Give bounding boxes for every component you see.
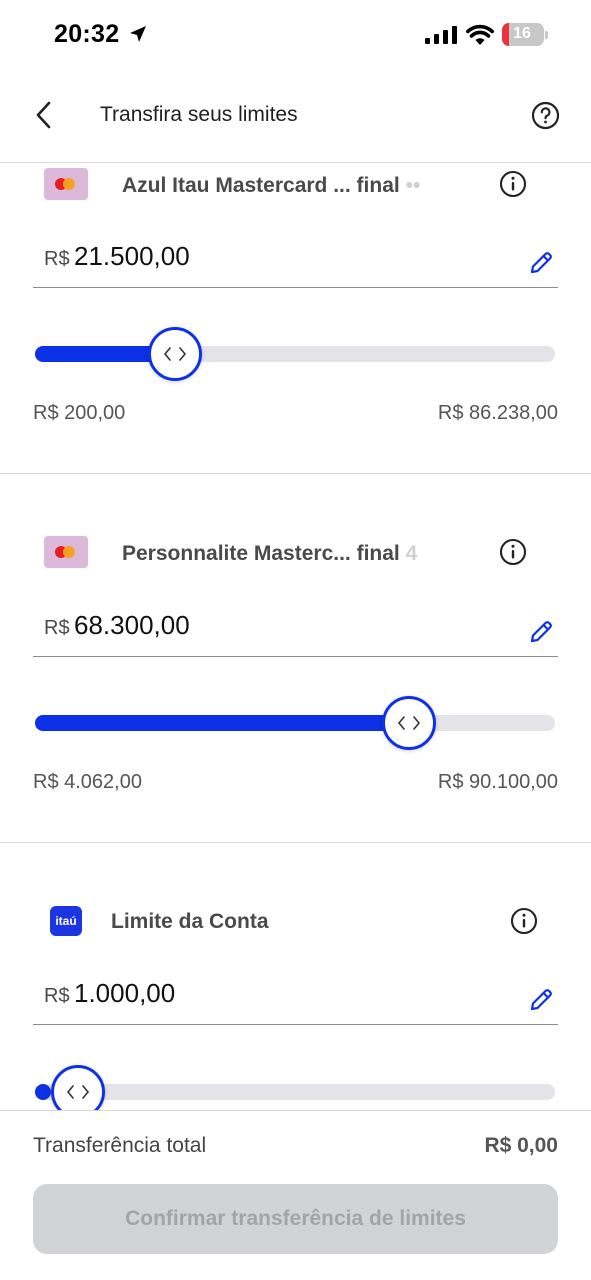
- account-limit-section: itaú Limite da Conta R$ 1.000,00: [0, 843, 591, 1110]
- info-icon[interactable]: [499, 538, 527, 566]
- info-icon[interactable]: [499, 170, 527, 198]
- slider-thumb[interactable]: [382, 696, 437, 750]
- chevron-left-icon[interactable]: [30, 100, 58, 130]
- limit-slider[interactable]: [35, 715, 555, 731]
- chevron-left-right-icon: [398, 716, 421, 730]
- mastercard-logo: [44, 168, 88, 200]
- slider-min-label: R$ 200,00: [33, 402, 126, 424]
- total-label: Transferência total: [33, 1134, 207, 1157]
- amount-value: 68.300,00: [74, 610, 190, 640]
- transfer-footer: Transferência total R$ 0,00 Confirmar tr…: [0, 1110, 591, 1280]
- card-name: Limite da Conta: [111, 910, 269, 933]
- slider-max-label: R$ 90.100,00: [437, 771, 558, 793]
- battery-level: 16: [513, 25, 531, 42]
- limit-slider[interactable]: [35, 346, 555, 362]
- location-arrow-icon: [130, 26, 146, 42]
- card-name: Azul Itau Mastercard ... final ••: [122, 174, 421, 197]
- card-limit-section: Personnalite Masterc... final 4 R$ 68.30…: [0, 474, 591, 843]
- slider-thumb[interactable]: [51, 1065, 105, 1110]
- total-value: R$ 0,00: [484, 1134, 558, 1157]
- mastercard-logo: [44, 536, 88, 568]
- battery-nub: [545, 31, 548, 39]
- signal-icon: [425, 26, 457, 44]
- pencil-icon[interactable]: [528, 619, 554, 645]
- slider-min-label: R$ 4.062,00: [33, 771, 142, 793]
- status-time: 20:32: [54, 20, 120, 48]
- chevron-left-right-icon: [164, 347, 187, 361]
- amount-value: 1.000,00: [74, 978, 176, 1008]
- currency-label: R$: [44, 985, 70, 1007]
- info-icon[interactable]: [510, 907, 538, 935]
- limit-slider[interactable]: [35, 1084, 555, 1100]
- card-limit-section: Azul Itau Mastercard ... final •• R$ 21.…: [0, 164, 591, 474]
- limits-list[interactable]: Azul Itau Mastercard ... final •• R$ 21.…: [0, 164, 591, 1110]
- slider-fill: [35, 715, 410, 731]
- confirm-transfer-button[interactable]: Confirmar transferência de limites: [33, 1184, 558, 1254]
- currency-label: R$: [44, 248, 70, 270]
- pencil-icon[interactable]: [528, 987, 554, 1013]
- amount-field[interactable]: R$ 21.500,00: [33, 228, 558, 288]
- amount-field[interactable]: R$ 1.000,00: [33, 965, 558, 1025]
- battery-icon: 16: [502, 23, 544, 46]
- slider-max-label: R$ 86.238,00: [437, 402, 558, 424]
- chevron-left-right-icon: [66, 1085, 90, 1099]
- app-header: Transfira seus limites: [0, 70, 591, 163]
- page-title: Transfira seus limites: [100, 103, 298, 126]
- status-bar: 20:32 16: [0, 0, 591, 70]
- question-circle-icon[interactable]: [531, 101, 560, 130]
- amount-field[interactable]: R$ 68.300,00: [33, 597, 558, 657]
- wifi-icon: [466, 24, 494, 45]
- currency-label: R$: [44, 617, 70, 639]
- itau-logo: itaú: [50, 906, 82, 936]
- amount-value: 21.500,00: [74, 241, 190, 271]
- slider-thumb[interactable]: [148, 327, 203, 381]
- pencil-icon[interactable]: [528, 250, 554, 276]
- card-name: Personnalite Masterc... final 4: [122, 542, 418, 565]
- slider-fill: [35, 1084, 51, 1100]
